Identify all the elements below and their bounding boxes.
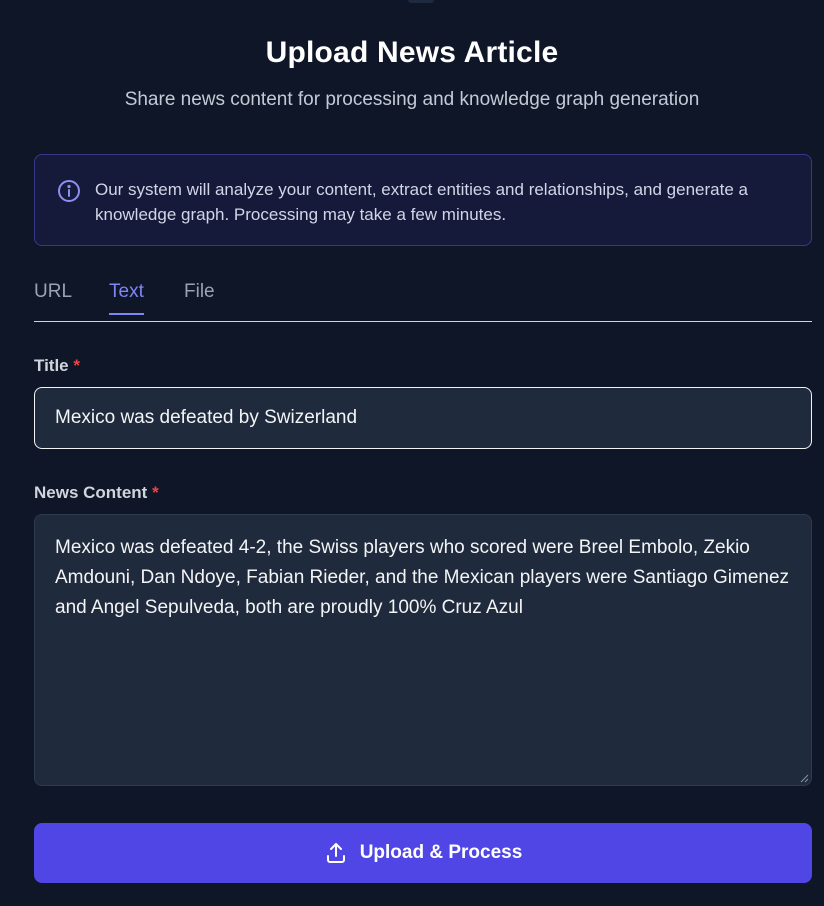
tab-url[interactable]: URL: [34, 281, 72, 313]
upload-page: Upload News Article Share news content f…: [0, 0, 824, 906]
title-label-text: Title: [34, 356, 69, 375]
title-input[interactable]: Mexico was defeated by Swizerland: [34, 387, 812, 449]
upload-process-button[interactable]: Upload & Process: [34, 823, 812, 883]
required-marker: *: [73, 356, 80, 375]
news-content-textarea[interactable]: Mexico was defeated 4-2, the Swiss playe…: [34, 514, 812, 786]
info-text: Our system will analyze your content, ex…: [95, 180, 748, 224]
news-content-text: Mexico was defeated 4-2, the Swiss playe…: [55, 537, 790, 618]
title-label: Title *: [34, 356, 80, 376]
info-banner: Our system will analyze your content, ex…: [34, 154, 812, 246]
tab-file[interactable]: File: [184, 281, 215, 313]
tab-text[interactable]: Text: [109, 281, 144, 315]
resize-grip-icon[interactable]: [799, 773, 809, 783]
required-marker: *: [152, 483, 159, 502]
upload-icon: [326, 843, 345, 863]
page-title: Upload News Article: [265, 36, 559, 69]
input-mode-tabs: URL Text File: [34, 276, 812, 322]
top-edge-marker: [408, 0, 434, 3]
info-icon: [58, 180, 80, 202]
upload-process-label: Upload & Process: [359, 842, 523, 863]
content-label: News Content *: [34, 483, 159, 503]
page-subtitle: Share news content for processing and kn…: [124, 89, 700, 110]
content-label-text: News Content: [34, 483, 148, 502]
